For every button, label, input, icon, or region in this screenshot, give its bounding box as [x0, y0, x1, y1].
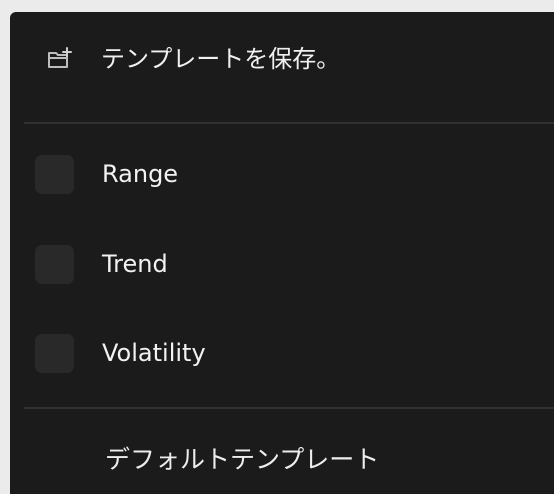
- template-item-label: Range: [102, 160, 179, 188]
- trend-checkbox[interactable]: [35, 245, 74, 284]
- save-template-label: テンプレートを保存。: [101, 45, 341, 73]
- default-template-label: デフォルトテンプレート: [105, 445, 380, 474]
- range-checkbox[interactable]: [35, 155, 74, 194]
- menu-divider-bottom: [24, 407, 554, 409]
- template-item-label: Volatility: [102, 339, 206, 367]
- template-item-label: Trend: [102, 250, 168, 278]
- template-item-trend[interactable]: Trend: [10, 235, 554, 295]
- template-menu: テンプレートを保存。 Range Trend Volatility デフォルトテ…: [10, 12, 554, 494]
- default-template-item[interactable]: デフォルトテンプレート: [10, 435, 554, 485]
- volatility-checkbox[interactable]: [35, 334, 74, 373]
- menu-divider-top: [24, 122, 554, 124]
- folder-plus-icon: [48, 47, 72, 68]
- template-item-volatility[interactable]: Volatility: [10, 324, 554, 384]
- template-item-range[interactable]: Range: [10, 145, 554, 205]
- save-template-button[interactable]: テンプレートを保存。: [10, 32, 554, 84]
